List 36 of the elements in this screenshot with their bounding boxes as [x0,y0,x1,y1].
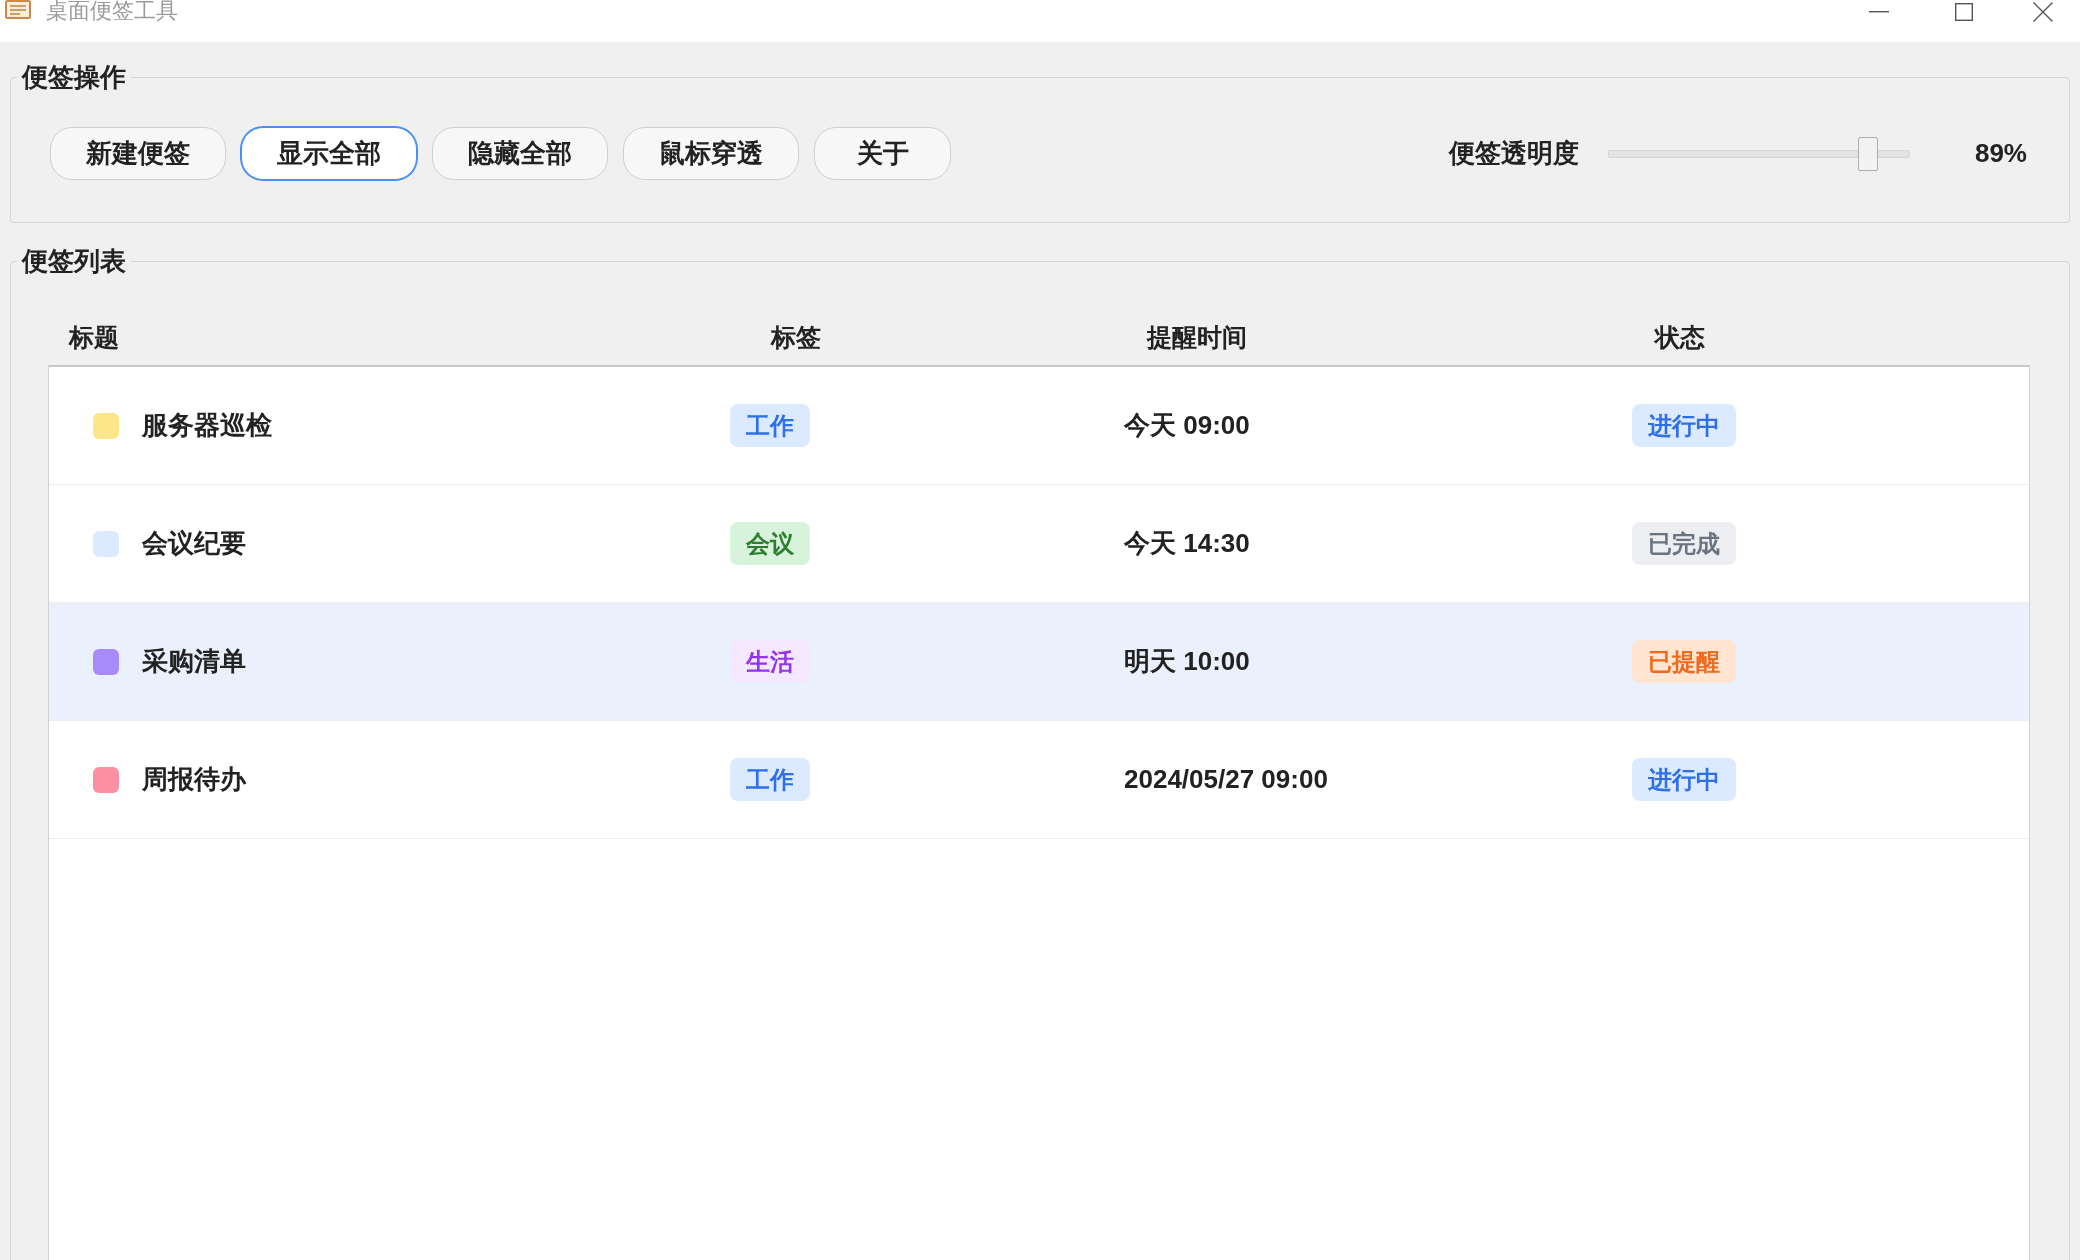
tag-badge: 工作 [730,404,810,447]
reminder-time: 今天 14:30 [1124,527,1250,560]
action-button[interactable]: 新建便签 [50,127,226,180]
column-header[interactable]: 标签 [771,320,821,354]
tag-badge: 会议 [730,522,810,565]
column-header[interactable]: 提醒时间 [1147,320,1247,354]
tag-badge: 工作 [730,758,810,801]
tag-badge: 生活 [730,640,810,683]
group-title: 便签列表 [20,246,127,276]
status-badge: 已完成 [1632,522,1736,565]
column-header[interactable]: 状态 [1655,320,1705,354]
column-header[interactable]: 标题 [69,320,119,354]
action-button[interactable]: 关于 [814,127,951,180]
maximize-icon [1954,3,1973,21]
opacity-label: 便签透明度 [1449,137,1579,170]
note-title: 采购清单 [142,645,246,678]
note-title: 会议纪要 [142,527,246,560]
action-button[interactable]: 隐藏全部 [432,127,608,180]
table-row[interactable]: 采购清单 生活 明天 10:00 已提醒 [49,603,2029,721]
group-title: 便签操作 [20,62,127,92]
notepad-icon [5,0,31,19]
note-title: 周报待办 [142,763,246,796]
minimize-icon [1868,11,1889,13]
reminder-time: 2024/05/27 09:00 [1124,764,1328,795]
action-button[interactable]: 显示全部 [241,127,417,180]
reminder-time: 明天 10:00 [1124,645,1250,678]
slider-thumb[interactable] [1858,136,1879,171]
window-title: 桌面便签工具 [46,0,178,22]
reminder-time: 今天 09:00 [1124,409,1250,442]
status-badge: 进行中 [1632,404,1736,447]
action-button[interactable]: 鼠标穿透 [623,127,799,180]
status-badge: 进行中 [1632,758,1736,801]
note-title: 服务器巡检 [142,409,272,442]
close-icon [2033,2,2053,22]
opacity-reading: 89% [1973,138,2027,169]
status-badge: 已提醒 [1632,640,1736,683]
